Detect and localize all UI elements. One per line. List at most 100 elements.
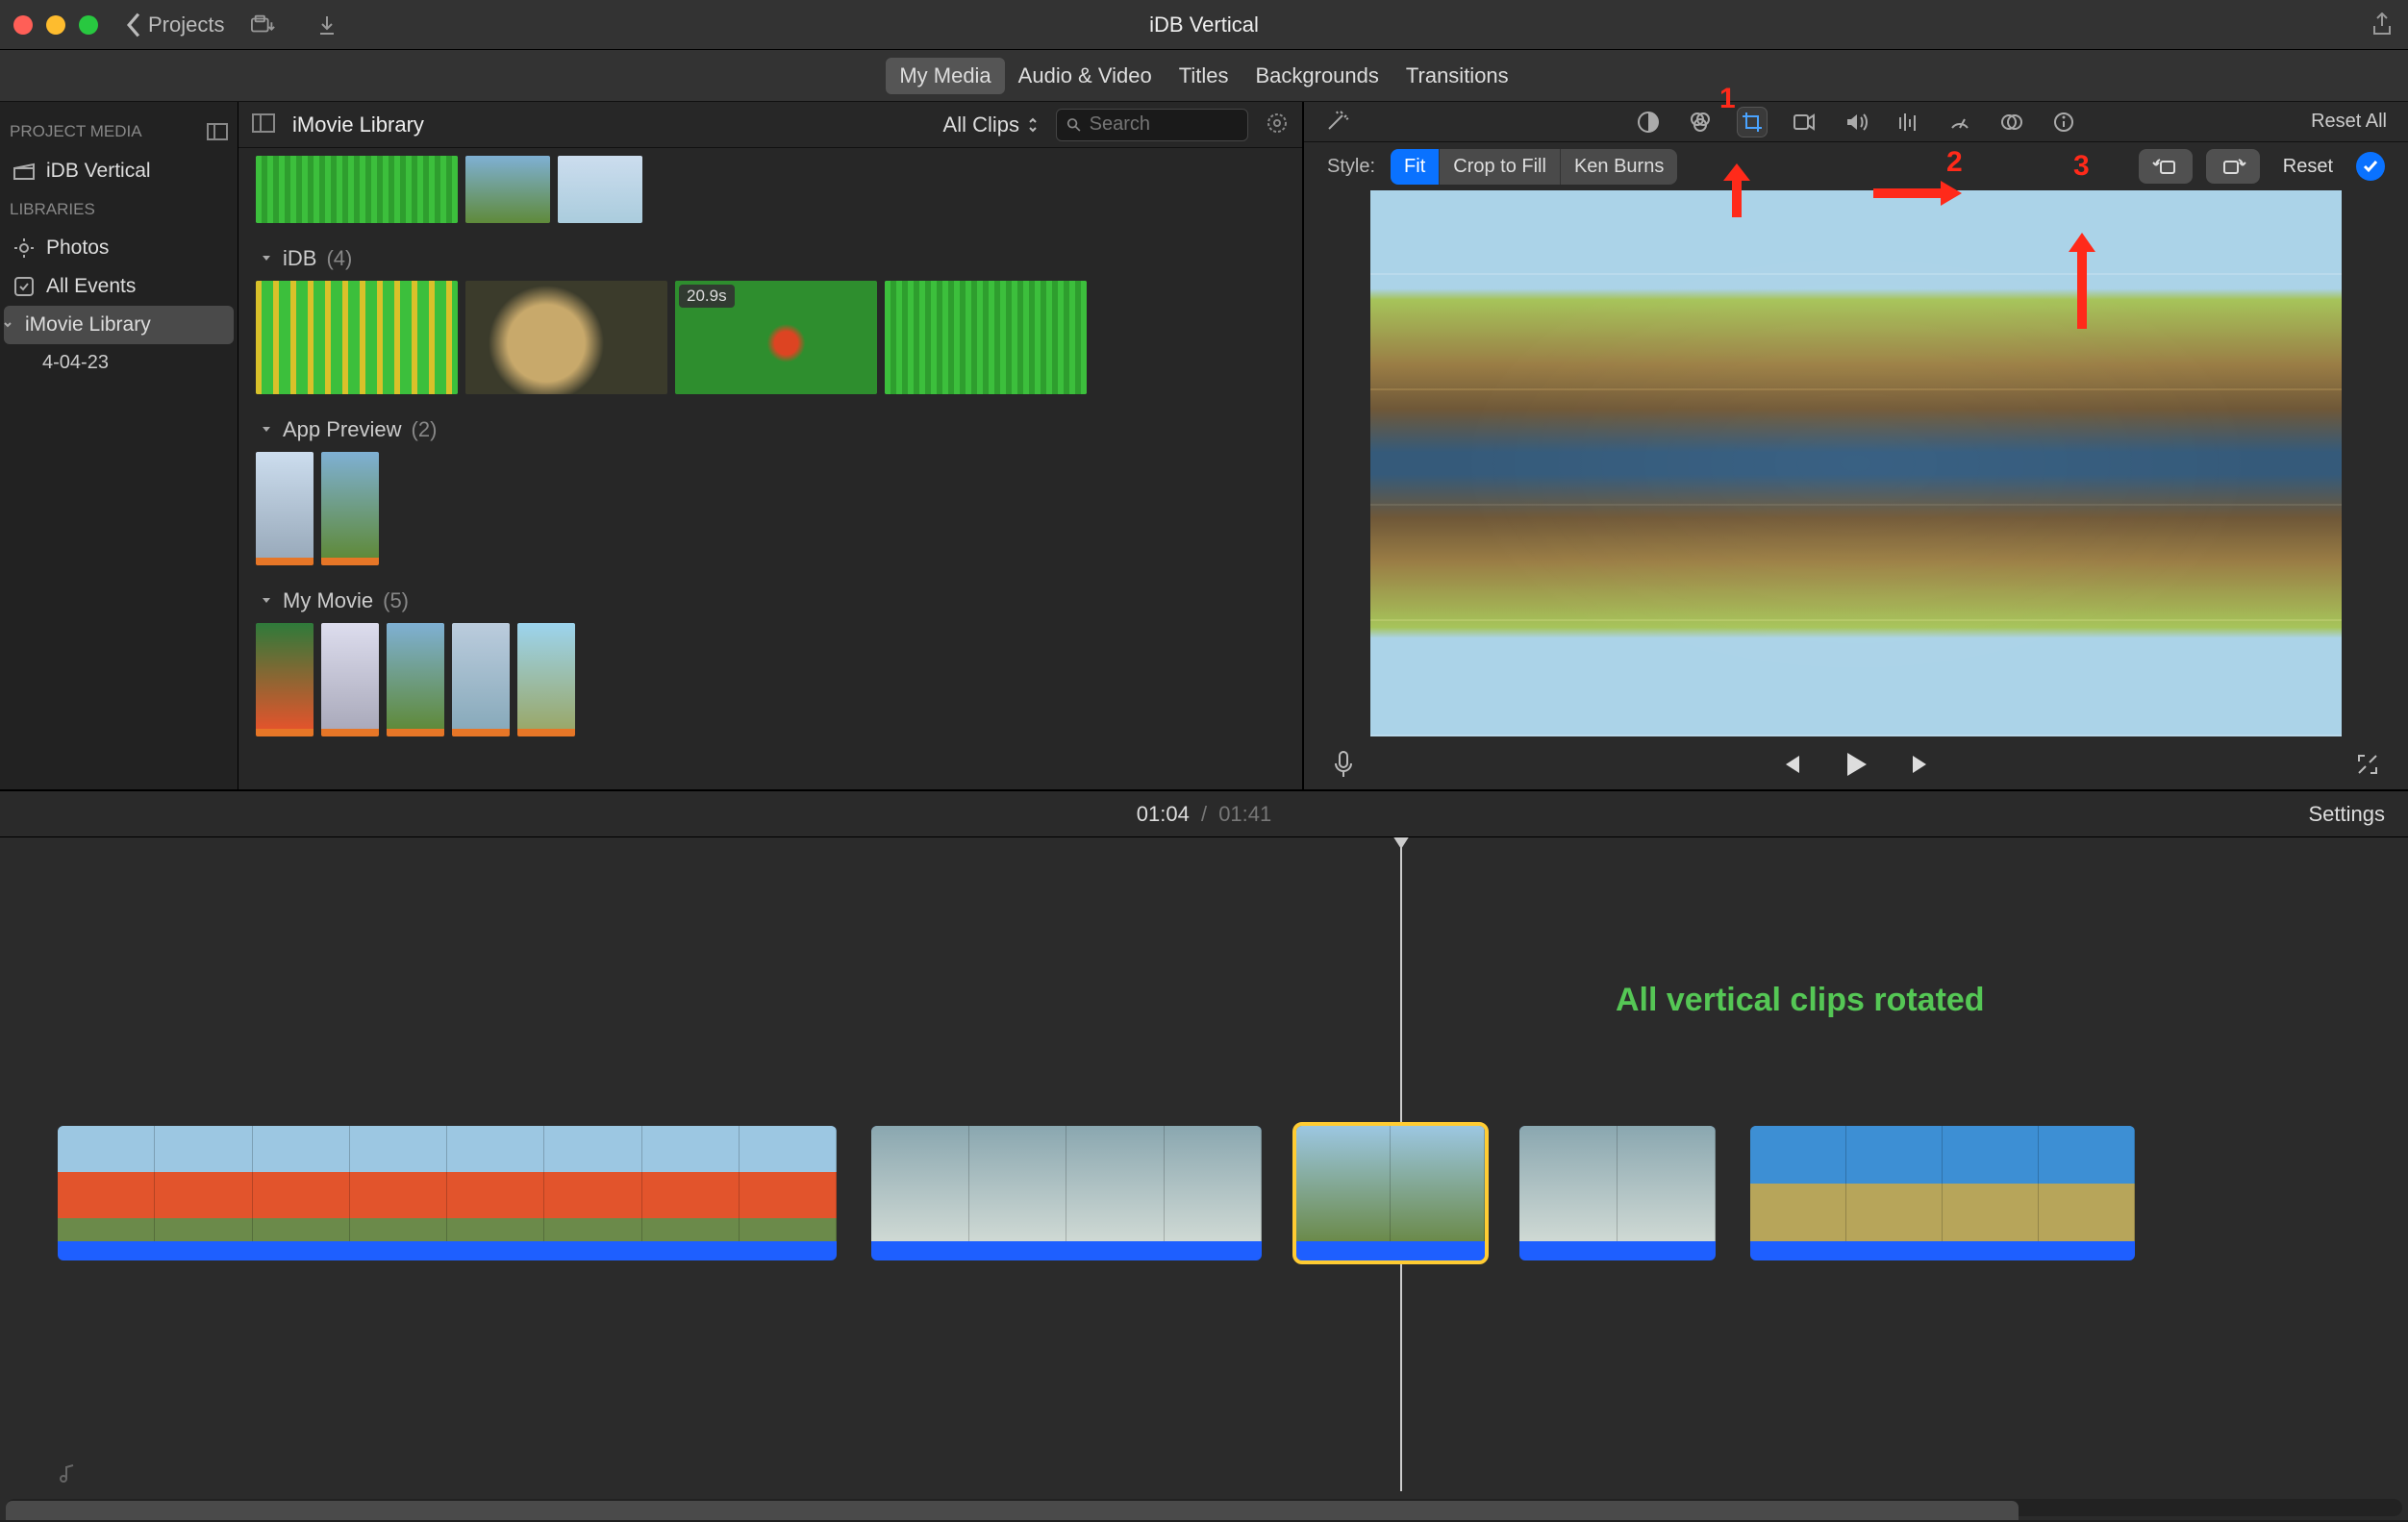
disclosure-triangle-icon — [260, 252, 273, 265]
play-button[interactable] — [1842, 750, 1870, 786]
tab-titles[interactable]: Titles — [1166, 58, 1242, 94]
search-icon — [1066, 116, 1082, 134]
crop-reset-button[interactable]: Reset — [2273, 156, 2343, 178]
clip-thumb[interactable] — [256, 452, 314, 565]
timeline[interactable]: All vertical clips rotated — [0, 837, 2408, 1520]
stabilization-icon[interactable] — [1790, 108, 1819, 137]
crop-icon[interactable] — [1738, 108, 1767, 137]
sidebar: PROJECT MEDIA iDB Vertical LIBRARIES Pho… — [0, 102, 238, 789]
maximize-window-button[interactable] — [79, 15, 98, 35]
current-time: 01:04 — [1137, 802, 1190, 826]
group-my-movie-header[interactable]: My Movie (5) — [256, 579, 1285, 623]
clip-browser: iMovie Library All Clips — [238, 102, 1302, 789]
clapper-icon — [13, 161, 35, 182]
filter-icon[interactable] — [1997, 108, 2026, 137]
clip-thumb[interactable] — [387, 623, 444, 736]
tab-my-media[interactable]: My Media — [886, 58, 1004, 94]
color-balance-icon[interactable] — [1634, 108, 1663, 137]
sidebar-project-label: iDB Vertical — [46, 160, 151, 183]
search-input[interactable] — [1090, 113, 1238, 136]
speed-icon[interactable] — [1945, 108, 1974, 137]
layout-toggle-icon[interactable] — [252, 113, 275, 136]
scrollbar-thumb[interactable] — [6, 1501, 2019, 1520]
reset-all-button[interactable]: Reset All — [2311, 111, 2387, 133]
group-idb-header[interactable]: iDB (4) — [256, 237, 1285, 281]
preview-area — [1304, 190, 2408, 746]
clip-thumb[interactable] — [558, 156, 642, 223]
music-note-icon — [58, 1464, 75, 1485]
style-crop-to-fill-button[interactable]: Crop to Fill — [1440, 149, 1561, 185]
timeline-clip[interactable] — [871, 1126, 1262, 1260]
download-icon[interactable] — [314, 12, 339, 37]
clip-thumb[interactable] — [256, 623, 314, 736]
browser-settings-icon[interactable] — [1266, 112, 1289, 137]
timeline-header: 01:04 / 01:41 Settings — [0, 789, 2408, 837]
sidebar-list-icon[interactable] — [207, 121, 228, 142]
timeline-clip[interactable] — [1519, 1126, 1716, 1260]
window-title: iDB Vertical — [1149, 12, 1259, 37]
disclosure-triangle-icon — [260, 594, 273, 608]
tab-transitions[interactable]: Transitions — [1392, 58, 1522, 94]
share-icon[interactable] — [2370, 12, 2395, 37]
style-fit-button[interactable]: Fit — [1391, 149, 1440, 185]
rotate-ccw-button[interactable] — [2139, 149, 2193, 184]
browser-header: iMovie Library All Clips — [238, 102, 1302, 148]
clip-thumb[interactable] — [517, 623, 575, 736]
prev-clip-button[interactable] — [1778, 752, 1803, 784]
sidebar-project-item[interactable]: iDB Vertical — [0, 152, 238, 190]
tab-audio-video[interactable]: Audio & Video — [1005, 58, 1166, 94]
time-display: 01:04 / 01:41 — [1137, 802, 1272, 827]
sidebar-all-events[interactable]: All Events — [0, 267, 238, 306]
video-track — [58, 1126, 2350, 1260]
tab-backgrounds[interactable]: Backgrounds — [1242, 58, 1392, 94]
media-tabs-bar: My Media Audio & Video Titles Background… — [0, 50, 2408, 102]
clip-filter-dropdown[interactable]: All Clips — [943, 112, 1039, 137]
crop-style-segment: Fit Crop to Fill Ken Burns — [1391, 149, 1677, 185]
clip-thumb[interactable] — [465, 281, 667, 394]
minimize-window-button[interactable] — [46, 15, 65, 35]
clip-thumb[interactable] — [465, 156, 550, 223]
clip-thumb[interactable] — [256, 281, 458, 394]
clips-area: iDB (4) 20.9s App Preview (2) — [238, 148, 1302, 789]
timeline-scrollbar[interactable] — [6, 1499, 2402, 1516]
style-label: Style: — [1327, 156, 1375, 178]
timeline-clip[interactable] — [58, 1126, 837, 1260]
overlay-note: All vertical clips rotated — [1616, 982, 1985, 1019]
sidebar-photos[interactable]: Photos — [0, 229, 238, 267]
sidebar-photos-label: Photos — [46, 237, 109, 260]
sidebar-imovie-library[interactable]: iMovie Library — [4, 306, 234, 344]
close-window-button[interactable] — [13, 15, 33, 35]
magic-wand-icon[interactable] — [1325, 108, 1350, 136]
clip-thumb[interactable] — [256, 156, 458, 223]
back-label: Projects — [148, 12, 224, 37]
sidebar-event-date[interactable]: 4-04-23 — [0, 344, 238, 382]
style-ken-burns-button[interactable]: Ken Burns — [1561, 149, 1677, 185]
clip-thumb[interactable] — [452, 623, 510, 736]
volume-icon[interactable] — [1842, 108, 1870, 137]
libraries-header: LIBRARIES — [0, 190, 238, 229]
voiceover-mic-icon[interactable] — [1333, 750, 1354, 786]
clip-thumb[interactable] — [321, 623, 379, 736]
next-clip-button[interactable] — [1909, 752, 1934, 784]
audio-track-placeholder — [58, 1462, 2350, 1487]
group-my-movie: My Movie (5) — [256, 579, 1285, 736]
back-to-projects-button[interactable]: Projects — [125, 12, 224, 37]
group-app-preview-header[interactable]: App Preview (2) — [256, 408, 1285, 452]
timeline-settings-button[interactable]: Settings — [2309, 802, 2386, 827]
inspector-toolbar: Reset All — [1304, 102, 2408, 142]
sidebar-all-events-label: All Events — [46, 275, 136, 298]
color-correction-icon[interactable] — [1686, 108, 1715, 137]
crop-apply-button[interactable] — [2356, 152, 2385, 181]
info-icon[interactable] — [2049, 108, 2078, 137]
all-events-icon — [13, 276, 35, 297]
preview-canvas[interactable] — [1370, 190, 2342, 736]
search-field[interactable] — [1056, 109, 1248, 141]
clip-thumb[interactable] — [321, 452, 379, 565]
clip-thumb[interactable]: 20.9s — [675, 281, 877, 394]
timeline-clip[interactable] — [1750, 1126, 2135, 1260]
clip-thumb[interactable] — [885, 281, 1087, 394]
import-media-icon[interactable] — [251, 12, 276, 37]
noise-eq-icon[interactable] — [1894, 108, 1922, 137]
timeline-clip-selected[interactable] — [1296, 1126, 1485, 1260]
rotate-cw-button[interactable] — [2206, 149, 2260, 184]
